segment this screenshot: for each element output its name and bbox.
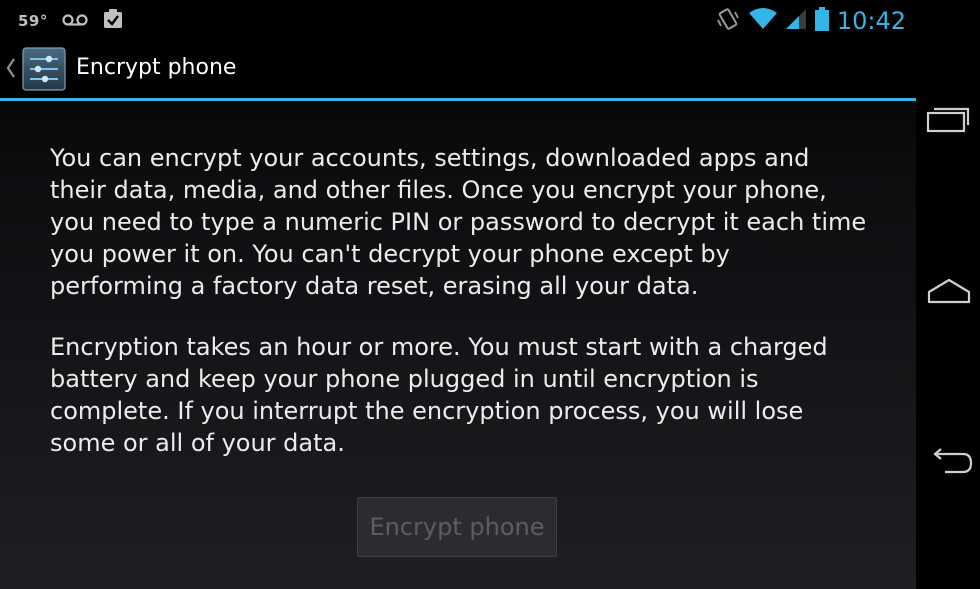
signal-icon	[785, 8, 807, 34]
navigation-bar	[916, 0, 980, 589]
recent-apps-button[interactable]	[924, 96, 974, 146]
vibrate-icon	[715, 6, 741, 36]
home-button[interactable]	[924, 268, 974, 318]
back-icon	[925, 448, 973, 482]
wifi-icon	[748, 8, 777, 34]
back-button[interactable]	[924, 440, 974, 490]
clipboard-check-icon	[102, 8, 124, 34]
page-title: Encrypt phone	[76, 55, 237, 80]
description-paragraph: Encryption takes an hour or more. You mu…	[50, 333, 828, 457]
clock-time: 10:42	[836, 7, 906, 35]
action-bar: Encrypt phone	[0, 40, 916, 101]
description-paragraph: You can encrypt your accounts, settings,…	[50, 144, 867, 300]
up-caret-icon	[6, 57, 16, 85]
voicemail-icon	[62, 12, 88, 31]
status-bar: 59° 10:42	[0, 0, 916, 40]
settings-sliders-icon	[22, 47, 66, 91]
battery-icon	[814, 7, 829, 35]
home-icon	[926, 276, 972, 310]
status-bar-system: 10:42	[715, 6, 906, 36]
encryption-description: You can encrypt your accounts, settings,…	[50, 142, 870, 488]
screen: 59° 10:42 Encrypt phone You can encrypt …	[0, 0, 916, 589]
recent-apps-icon	[926, 104, 972, 138]
temperature-text: 59°	[18, 12, 48, 30]
up-navigation-button[interactable]	[0, 40, 72, 98]
status-bar-notifications: 59°	[18, 8, 124, 34]
encrypt-phone-button[interactable]: Encrypt phone	[357, 497, 557, 557]
